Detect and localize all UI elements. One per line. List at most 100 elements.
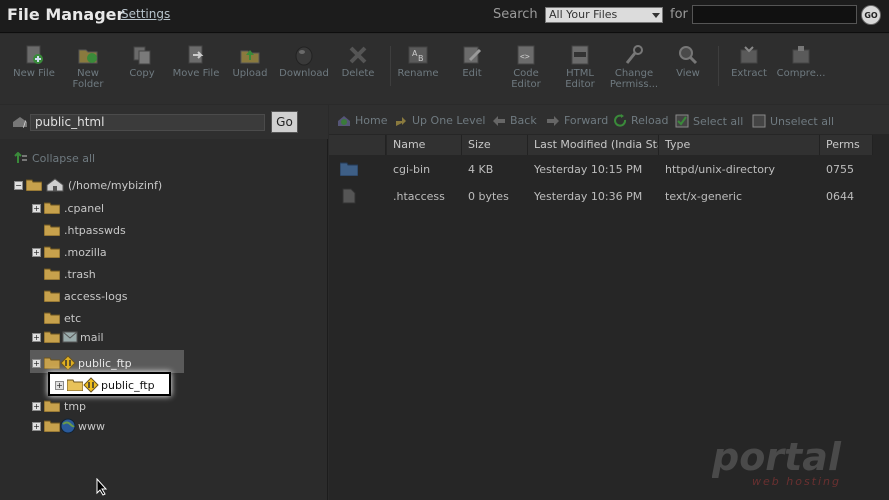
up-one-level-nav[interactable]: Up One Level: [394, 114, 485, 127]
collapse-all-link[interactable]: Collapse all: [14, 152, 95, 165]
expand-icon[interactable]: +: [32, 421, 41, 431]
home-nav-label: Home: [355, 114, 388, 127]
forward-arrow-icon: [547, 115, 559, 126]
compress-icon: [792, 46, 810, 64]
tree-item-label: etc: [64, 311, 82, 325]
new-folder-label-2: Folder: [72, 79, 104, 90]
new-file-button[interactable]: New File: [6, 44, 62, 79]
compress-button[interactable]: Compre...: [773, 44, 829, 79]
code-editor-button[interactable]: <> Code Editor: [498, 44, 554, 90]
col-perms[interactable]: Perms: [820, 135, 873, 155]
file-name[interactable]: cgi-bin: [387, 157, 462, 183]
tree-item[interactable]: + .cpanel: [32, 198, 104, 218]
folder-icon: [44, 268, 60, 280]
toolbar: New File New Folder Copy Move File Uploa…: [0, 34, 889, 104]
collapse-toggle-icon[interactable]: −: [14, 180, 23, 190]
mouse-pointer-icon: [96, 478, 108, 496]
tree-item[interactable]: .htpasswds: [44, 220, 126, 240]
tree-item-label: access-logs: [64, 289, 128, 303]
tree-item[interactable]: access-logs: [44, 286, 128, 306]
key-icon: [625, 45, 643, 64]
download-label: Download: [279, 68, 329, 79]
view-button[interactable]: View: [660, 44, 716, 79]
tree-item-zoomed[interactable]: + public_ftp: [55, 375, 155, 395]
zoom-callout: + public_ftp: [48, 372, 171, 396]
path-go-button[interactable]: Go: [271, 111, 298, 133]
svg-text:<>: <>: [520, 52, 530, 61]
tree-item[interactable]: .trash: [44, 264, 96, 284]
tree-item[interactable]: + www: [32, 416, 105, 436]
expand-icon[interactable]: +: [32, 401, 41, 411]
folder-icon: [44, 331, 60, 343]
settings-link[interactable]: Settings: [121, 7, 170, 21]
tree-item-selected[interactable]: + public_ftp: [32, 353, 132, 373]
collapse-all-label: Collapse all: [32, 152, 96, 165]
tree-item[interactable]: etc: [44, 308, 81, 328]
reload-nav[interactable]: Reload: [614, 114, 668, 127]
new-folder-button[interactable]: New Folder: [60, 44, 116, 90]
watermark-brand: portal: [712, 438, 842, 479]
folder-icon: [44, 312, 60, 324]
folder-icon: [44, 400, 60, 412]
expand-icon[interactable]: +: [32, 332, 41, 342]
html-editor-label-1: HTML: [566, 68, 594, 79]
unselect-all-nav[interactable]: Unselect all: [752, 114, 834, 128]
edit-button[interactable]: Edit: [444, 44, 500, 79]
search-input[interactable]: [692, 5, 857, 24]
file-modified: Yesterday 10:36 PM: [534, 190, 643, 203]
html-editor-label-2: Editor: [565, 79, 595, 90]
search-go-button[interactable]: GO: [861, 5, 881, 25]
file-modified: Yesterday 10:15 PM: [534, 163, 643, 176]
upload-icon: [240, 50, 260, 64]
rename-button[interactable]: AB Rename: [390, 44, 446, 79]
tree-root[interactable]: − (/home/mybizinf): [14, 175, 162, 195]
tree-root-label: (/home/mybizinf): [68, 178, 163, 192]
folder-icon: [44, 420, 60, 432]
copy-button[interactable]: Copy: [114, 44, 170, 79]
upload-label: Upload: [232, 68, 268, 79]
tree-item[interactable]: + mail: [32, 327, 104, 347]
col-name[interactable]: Name: [387, 135, 462, 155]
col-size[interactable]: Size: [462, 135, 528, 155]
home-nav[interactable]: Home: [337, 114, 387, 127]
view-label: View: [676, 68, 700, 79]
tree-item-label: public_ftp: [78, 356, 132, 370]
expand-icon[interactable]: +: [32, 247, 41, 257]
path-input[interactable]: public_html: [30, 114, 265, 131]
home-icon: [338, 115, 350, 126]
search-scope-select[interactable]: All Your Files: [545, 7, 663, 23]
tree-item-label: .trash: [64, 267, 96, 281]
forward-nav[interactable]: Forward: [546, 114, 608, 127]
col-last-modified[interactable]: Last Modified (India Standard Time): [528, 135, 659, 155]
html-editor-button[interactable]: HTML Editor: [552, 44, 608, 90]
tree-item-label: .mozilla: [64, 245, 107, 259]
col-type[interactable]: Type: [659, 135, 820, 155]
svg-text:B: B: [418, 54, 424, 63]
delete-button[interactable]: Delete: [330, 44, 386, 79]
tree-item[interactable]: + tmp: [32, 396, 86, 416]
change-permissions-button[interactable]: Change Permiss...: [606, 44, 662, 90]
folder-open-icon: [26, 179, 42, 191]
extract-button[interactable]: Extract: [721, 44, 777, 79]
delete-label: Delete: [341, 68, 375, 79]
download-button[interactable]: Download: [276, 44, 332, 79]
unselect-all-label: Unselect all: [770, 114, 835, 128]
tree-item-label: mail: [80, 330, 104, 344]
file-name[interactable]: .htaccess: [387, 184, 462, 210]
tree-item-label: .cpanel: [64, 201, 105, 215]
up-nav-label: Up One Level: [412, 114, 486, 127]
select-all-nav[interactable]: Select all: [675, 114, 743, 128]
tree-item[interactable]: + .mozilla: [32, 242, 107, 262]
move-file-icon: [188, 45, 204, 64]
col-icon: [329, 135, 386, 155]
expand-icon[interactable]: +: [55, 380, 64, 390]
edit-label: Edit: [462, 68, 482, 79]
expand-icon[interactable]: +: [32, 358, 41, 368]
expand-icon[interactable]: +: [32, 203, 41, 213]
folder-icon: [44, 202, 60, 214]
upload-button[interactable]: Upload: [222, 44, 278, 79]
edit-icon: [463, 46, 482, 64]
move-file-button[interactable]: Move File: [168, 44, 224, 79]
file-icon: [342, 188, 356, 204]
back-nav[interactable]: Back: [492, 114, 537, 127]
